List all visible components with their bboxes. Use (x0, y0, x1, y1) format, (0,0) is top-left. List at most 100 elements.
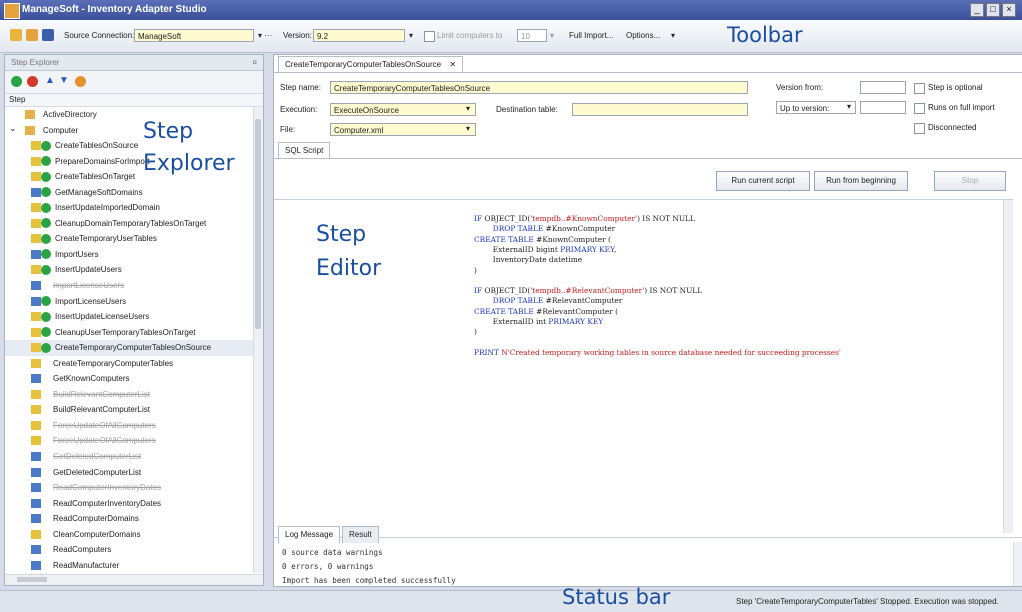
step-tree-item[interactable]: ReadComputerInventoryDates (5, 480, 253, 496)
step-tree-item[interactable]: ImportUsers (5, 247, 253, 263)
step-tree-item[interactable]: ReadManufacturer (5, 558, 253, 574)
run-current-script-button[interactable]: Run current script (716, 171, 810, 191)
step-tree-item-label: ReadComputerInventoryDates (53, 483, 162, 493)
step-tree-item[interactable]: ImportLicenseUsers (5, 278, 253, 294)
step-tree-item[interactable]: CreateTemporaryComputerTablesOnSource (5, 340, 253, 356)
step-tree-item[interactable]: ReadComputerDomains (5, 511, 253, 527)
source-connection-select[interactable]: ManageSoft (134, 29, 254, 42)
step-tree-item[interactable]: ActiveDirectory (5, 107, 253, 123)
step-tree-horizontal-scrollbar[interactable] (5, 574, 263, 585)
app-icon (4, 3, 20, 19)
destination-table-input[interactable] (572, 103, 748, 116)
version-select[interactable]: 9.2 (313, 29, 405, 42)
file-select[interactable]: Computer.xml (330, 123, 476, 136)
step-tree-item[interactable]: CleanComputerDomains (5, 527, 253, 543)
step-tree-vertical-scrollbar[interactable] (253, 107, 263, 573)
step-tree-item[interactable]: GetKnownComputers (5, 371, 253, 387)
editor-vertical-scrollbar[interactable] (1003, 200, 1013, 533)
maximize-icon[interactable]: □ (986, 3, 1000, 17)
step-tree-item[interactable]: BuildRelevantComputerList (5, 387, 253, 403)
code-token: DROP TABLE (474, 296, 546, 306)
source-connection-dropdown-icon[interactable]: ▾ ··· (258, 31, 272, 40)
step-icon-blue (31, 281, 41, 291)
execution-select[interactable]: ExecuteOnSource (330, 103, 476, 116)
step-explorer-annotation-1: Step (143, 119, 194, 144)
scrollbar-thumb[interactable] (255, 119, 261, 329)
code-token: InventoryDate datetime (474, 255, 583, 265)
code-token: 'tempdb..#RelevantComputer' (530, 286, 645, 296)
step-tree-item[interactable]: ReadComputerInventoryDates (5, 496, 253, 512)
runs-on-full-import-checkbox[interactable] (914, 103, 925, 114)
file-dropdown-icon[interactable]: ▾ (466, 124, 470, 133)
options-button[interactable]: Options... (626, 31, 660, 40)
pin-icon[interactable]: ¤ (253, 55, 257, 70)
up-to-version-input[interactable] (860, 101, 906, 114)
close-tab-icon[interactable]: ✕ (449, 60, 456, 69)
step-tree-item[interactable]: ReadComputers (5, 542, 253, 558)
step-tree-item[interactable]: InsertUpdateUsers (5, 262, 253, 278)
collapse-icon[interactable]: ⌄ (9, 121, 17, 136)
step-tree-item[interactable]: CleanupDomainTemporaryTablesOnTarget (5, 216, 253, 232)
sql-code-editor[interactable]: IF OBJECT_ID('tempdb..#KnownComputer') I… (274, 199, 1013, 533)
up-to-version-select[interactable]: Up to version: (776, 101, 856, 114)
step-tree-item[interactable]: GetManageSoftDomains (5, 185, 253, 201)
step-tree-item[interactable]: BuildRelevantComputerList (5, 402, 253, 418)
refresh-icon[interactable] (75, 76, 86, 87)
document-tab[interactable]: CreateTemporaryComputerTablesOnSource ✕ (278, 56, 464, 73)
limit-computers-input[interactable]: 10 (517, 29, 547, 42)
step-tree: ActiveDirectory ⌄ Computer CreateTablesOnSo… (5, 107, 253, 585)
step-tree-item[interactable]: GetDeletedComputerList (5, 465, 253, 481)
version-from-input[interactable] (860, 81, 906, 94)
minimize-icon[interactable]: _ (970, 3, 984, 17)
step-tree-item-label: ActiveDirectory (43, 110, 97, 119)
step-tree-item[interactable]: ForceUpdateOfAllComputers (5, 433, 253, 449)
step-tree-item[interactable]: InsertUpdateLicenseUsers (5, 309, 253, 325)
stop-button[interactable]: Stop (934, 171, 1006, 191)
close-icon[interactable]: × (1002, 3, 1016, 17)
result-tab[interactable]: Result (342, 526, 379, 543)
step-tree-item[interactable]: CreateTemporaryUserTables (5, 231, 253, 247)
step-icon-yellow (31, 265, 41, 275)
log-vertical-scrollbar[interactable] (1013, 542, 1022, 586)
version-dropdown-icon[interactable]: ▾ (409, 31, 413, 40)
execution-dropdown-icon[interactable]: ▾ (466, 104, 470, 113)
step-tree-item[interactable]: ForceUpdateOfAllComputers (5, 418, 253, 434)
step-optional-checkbox[interactable] (914, 83, 925, 94)
step-tree-item[interactable]: GetDeletedComputerList (5, 449, 253, 465)
move-up-icon[interactable]: ▲ (45, 75, 55, 86)
options-dropdown-icon[interactable]: ▾ (671, 31, 675, 40)
sql-script-tab[interactable]: SQL Script (278, 142, 331, 159)
full-import-button[interactable]: Full Import... (569, 31, 613, 40)
delete-step-icon[interactable] (27, 76, 38, 87)
step-tree-item[interactable]: ⌄ Computer (5, 123, 253, 139)
limit-computers-dropdown-icon[interactable]: ▾ (550, 31, 554, 40)
step-tree-item-label: BuildRelevantComputerList (53, 405, 150, 415)
step-tree-item[interactable]: InsertUpdateImportedDomain (5, 200, 253, 216)
runs-on-full-import-label: Runs on full import (928, 103, 995, 112)
step-icon-blue (31, 498, 41, 508)
step-name-input[interactable]: CreateTemporaryComputerTablesOnSource (330, 81, 748, 94)
move-down-icon[interactable]: ▼ (59, 75, 69, 86)
scrollbar-thumb[interactable] (17, 577, 47, 582)
step-optional-label: Step is optional (928, 83, 983, 92)
log-message-tab[interactable]: Log Message (278, 526, 341, 543)
limit-computers-checkbox[interactable] (424, 31, 435, 42)
step-tree-item[interactable]: ImportLicenseUsers (5, 294, 253, 310)
new-icon[interactable] (10, 29, 22, 41)
step-tree-item[interactable]: CreateTemporaryComputerTables (5, 356, 253, 372)
run-from-beginning-button[interactable]: Run from beginning (814, 171, 908, 191)
step-icon-blue (31, 296, 41, 306)
up-to-version-dropdown-icon[interactable]: ▾ (847, 102, 851, 111)
success-check-icon (41, 311, 51, 322)
step-tree-item[interactable]: CleanupUserTemporaryTablesOnTarget (5, 325, 253, 341)
step-tree-item-label: ReadComputers (53, 545, 112, 555)
step-tree-item-label: Computer (43, 125, 79, 135)
disconnected-checkbox[interactable] (914, 123, 925, 134)
folder-icon (25, 110, 35, 119)
step-tree-item-label: CreateTablesOnTarget (55, 172, 136, 182)
add-step-icon[interactable] (11, 76, 22, 87)
save-icon[interactable] (42, 29, 54, 41)
code-token: #KnownComputer (545, 224, 616, 234)
step-tree-item-label: CreateTemporaryComputerTablesOnSource (55, 343, 212, 353)
open-folder-icon[interactable] (26, 29, 38, 41)
